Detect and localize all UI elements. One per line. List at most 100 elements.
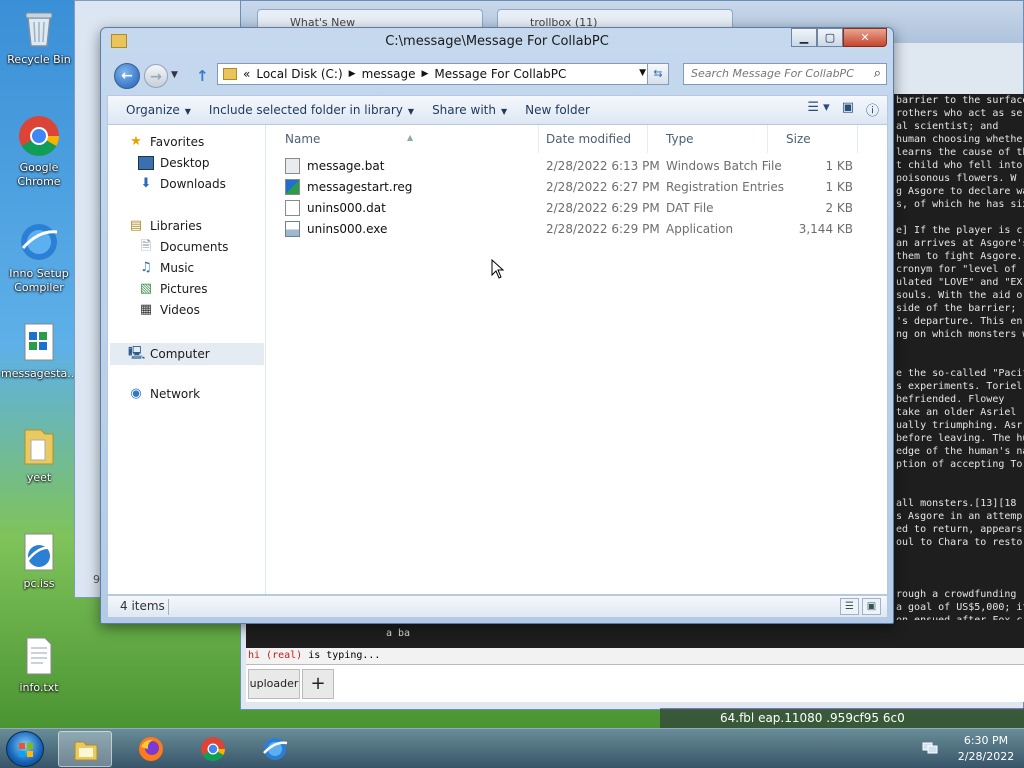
file-size: 2 KB (825, 201, 853, 215)
inno-setup-icon (21, 224, 58, 260)
file-row[interactable]: messagestart.reg 2/28/2022 6:27 PM Regis… (267, 177, 867, 198)
column-label: Date modified (546, 132, 632, 146)
include-in-library-menu[interactable]: Include selected folder in library ▼ (209, 103, 414, 117)
file-row[interactable]: unins000.dat 2/28/2022 6:29 PM DAT File … (267, 198, 867, 219)
column-header-size[interactable]: Size (768, 125, 858, 153)
maximize-button[interactable]: ▢ (817, 28, 843, 47)
nav-pictures[interactable]: ▧ Pictures (138, 282, 208, 297)
desktop-icon-info-txt[interactable]: info.txt (1, 634, 77, 695)
file-type: Application (666, 222, 734, 236)
nav-favorites[interactable]: ★ Favorites (128, 135, 204, 150)
nav-documents[interactable]: 🗎 Documents (138, 240, 229, 255)
address-segment-message[interactable]: message (362, 67, 416, 81)
arrow-right-icon: → (150, 69, 162, 85)
forward-button[interactable]: → (144, 64, 168, 88)
uploader-button[interactable]: uploader (248, 669, 300, 699)
taskbar-firefox[interactable] (124, 731, 178, 767)
column-header-date[interactable]: Date modified (528, 125, 648, 153)
chat-log-line: poisonous flowers. W (896, 173, 1017, 184)
chevron-right-icon[interactable]: ▶ (422, 69, 429, 79)
help-button[interactable]: ⓘ (866, 100, 879, 119)
registry-file-icon (285, 179, 300, 195)
change-view-button[interactable]: ☰ ▾ (807, 100, 829, 119)
up-one-level-button[interactable]: ↑ (196, 67, 209, 85)
nav-downloads[interactable]: ⬇ Downloads (138, 176, 226, 192)
nav-desktop[interactable]: Desktop (138, 156, 210, 170)
typing-text: is typing... (302, 650, 381, 661)
desktop-icon (138, 156, 154, 170)
nav-libraries[interactable]: ▤ Libraries (128, 218, 202, 234)
desktop-icon-google-chrome[interactable]: Google Chrome (1, 114, 77, 189)
command-bar: Organize ▼ Include selected folder in lib… (107, 95, 888, 125)
column-header-type[interactable]: Type (648, 125, 768, 153)
file-type: DAT File (666, 201, 714, 215)
recent-pages-dropdown[interactable]: ▼ (171, 70, 178, 80)
explorer-content: ★ Favorites Desktop ⬇ Downloads ▤ Libraries… (107, 125, 888, 595)
file-row[interactable]: unins000.exe 2/28/2022 6:29 PM Applicati… (267, 219, 867, 240)
chat-log-line: s Asgore in an attemp (896, 511, 1023, 522)
nav-computer[interactable]: 🖳 Computer (110, 343, 264, 365)
search-input[interactable]: Search Message For CollabPC ⌕ (683, 63, 887, 85)
taskbar-chrome[interactable] (186, 731, 240, 767)
details-view-button[interactable]: ☰ (840, 598, 859, 615)
file-size: 1 KB (825, 180, 853, 194)
add-button[interactable]: + (302, 669, 334, 699)
desktop-icon-yeet[interactable]: yeet (1, 424, 77, 485)
desktop-icon-inno-setup[interactable]: Inno Setup Compiler (1, 220, 77, 295)
desktop-icon-recycle-bin[interactable]: Recycle Bin (1, 6, 77, 67)
network-status-icon[interactable] (922, 741, 938, 755)
file-row[interactable]: message.bat 2/28/2022 6:13 PM Windows Ba… (267, 156, 867, 177)
address-segment-local-disk[interactable]: Local Disk (C:) (256, 67, 342, 81)
organize-menu[interactable]: Organize ▼ (126, 103, 191, 117)
file-name: unins000.exe (307, 222, 388, 236)
taskbar: 6:30 PM 2/28/2022 (0, 728, 1024, 768)
nav-label: Desktop (160, 156, 210, 170)
chat-log-line: e the so-called "Pacif (896, 368, 1024, 379)
close-button[interactable]: ✕ (843, 28, 887, 47)
new-folder-button[interactable]: New folder (525, 103, 590, 117)
nav-music[interactable]: ♫ Music (138, 261, 194, 276)
back-button[interactable]: ← (114, 63, 140, 89)
chat-log-line (896, 341, 1024, 354)
chevron-right-icon[interactable]: ▶ (349, 69, 356, 79)
share-with-menu[interactable]: Share with ▼ (432, 103, 507, 117)
address-overflow-chevron[interactable]: « (243, 67, 250, 81)
windows-logo-icon (19, 743, 33, 757)
chat-log-line: 's departure. This en (896, 316, 1023, 327)
folder-icon (24, 429, 54, 465)
start-button[interactable] (6, 731, 44, 767)
column-header-name[interactable]: Name ▲ (267, 125, 539, 153)
nav-videos[interactable]: ▦ Videos (138, 303, 200, 318)
typing-indicator: hi (real) is typing... (246, 648, 1024, 664)
chevron-down-icon[interactable]: ▼ (639, 68, 646, 78)
file-date: 2/28/2022 6:13 PM (546, 159, 660, 173)
desktop-icon-label: Google Chrome (17, 161, 61, 188)
chevron-down-icon: ▼ (184, 107, 191, 116)
downloads-icon: ⬇ (140, 176, 152, 191)
chat-log-lines: barrier to the surface rothers who act as… (896, 94, 1024, 627)
file-type: Registration Entries (666, 180, 784, 194)
item-count: 4 items (120, 599, 165, 613)
nav-network[interactable]: ◉ Network (128, 387, 200, 402)
clock-date[interactable]: 2/28/2022 (950, 750, 1022, 763)
desktop-icon-messagestart[interactable]: messagesta... (1, 320, 78, 381)
large-icons-view-button[interactable]: ▣ (862, 598, 881, 615)
explorer-window[interactable]: C:\message\Message For CollabPC ▁ ▢ ✕ ← … (100, 27, 894, 624)
file-size: 1 KB (825, 159, 853, 173)
generic-file-icon (285, 200, 300, 216)
desktop-icon-label: pc.iss (23, 577, 55, 590)
minimize-button[interactable]: ▁ (791, 28, 817, 47)
taskbar-inno-setup[interactable] (248, 731, 302, 767)
refresh-button[interactable]: ⇆ (647, 63, 669, 85)
status-bar: 4 items ☰ ▣ (107, 595, 888, 618)
libraries-icon: ▤ (129, 218, 143, 233)
desktop-icon-pc-iss[interactable]: pc.iss (1, 530, 77, 591)
desktop-icon-label: Inno Setup Compiler (9, 267, 69, 294)
address-segment-current[interactable]: Message For CollabPC (434, 67, 566, 81)
clock-time[interactable]: 6:30 PM (950, 734, 1022, 747)
address-bar[interactable]: « Local Disk (C:) ▶ message ▶ Message Fo… (217, 63, 651, 85)
taskbar-explorer[interactable] (58, 731, 112, 767)
search-icon: ⌕ (873, 66, 881, 81)
share-label: Share with (432, 103, 496, 117)
preview-pane-button[interactable]: ▣ (842, 100, 854, 119)
